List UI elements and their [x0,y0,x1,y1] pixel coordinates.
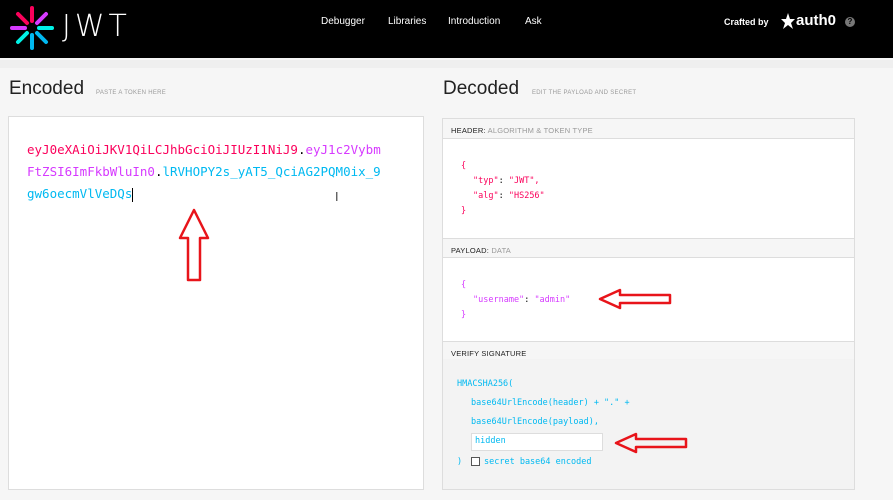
header-section-label: HEADER: [451,126,486,135]
payload-section-label: PAYLOAD: [451,246,490,255]
nav-introduction[interactable]: Introduction [448,16,500,27]
crafted-by-label: Crafted by [724,17,769,27]
nav-debugger[interactable]: Debugger [321,16,365,27]
base64-checkbox-label[interactable]: secret base64 encoded [484,457,591,467]
header-alg-line: "alg": "HS256" [473,191,545,201]
signature-editor: HMACSHA256( base64UrlEncode(header) + ".… [443,359,854,489]
payload-close-brace: } [461,310,467,320]
header-section-title[interactable]: HEADER: ALGORITHM & TOKEN TYPE [443,119,854,139]
help-icon[interactable]: ? [845,17,855,27]
text-caret [132,187,134,202]
nav-libraries[interactable]: Libraries [388,16,426,27]
secret-input[interactable]: hidden [471,433,603,451]
token-header-part: eyJ0eXAiOiJKV1QiLCJhbGciOiJIUzI1NiJ9 [27,142,298,157]
brand-name[interactable]: JWT [62,9,131,44]
signature-line-header: base64UrlEncode(header) + "." + [471,398,630,408]
arrow-left-payload-icon [598,288,672,310]
payload-section-title[interactable]: PAYLOAD: DATA [443,238,854,258]
payload-username-line: "username": "admin" [473,295,571,305]
signature-section-label: VERIFY SIGNATURE [451,349,527,358]
payload-open-brace: { [461,280,467,290]
arrow-up-icon [178,208,210,282]
signature-fn: HMACSHA256( [457,379,514,389]
encoded-subtitle: PASTE A TOKEN HERE [96,90,167,96]
nav-ask[interactable]: Ask [525,16,542,27]
token-text[interactable]: eyJ0eXAiOiJKV1QiLCJhbGciOiJIUzI1NiJ9.eyJ… [27,139,387,205]
auth0-star-icon [781,13,795,29]
header-section-sublabel: ALGORITHM & TOKEN TYPE [487,126,593,135]
decoded-subtitle: EDIT THE PAYLOAD AND SECRET [532,90,637,96]
signature-section-title[interactable]: VERIFY SIGNATURE [443,341,854,361]
auth0-link[interactable]: auth0 [796,12,836,29]
header-typ-line: "typ": "JWT", [473,176,540,186]
header-close-brace: } [461,206,467,216]
decoded-title: Decoded [443,78,520,99]
arrow-left-secret-icon [614,432,688,454]
page-strip [0,60,893,68]
payload-section-sublabel: DATA [491,246,512,255]
signature-line-payload: base64UrlEncode(payload), [471,417,599,427]
encoded-title: Encoded [9,78,85,99]
jwt-logo-icon[interactable] [8,4,56,52]
text-cursor-icon: I [335,190,339,204]
signature-close: ) [457,457,463,467]
base64-checkbox[interactable] [471,457,480,466]
header-open-brace: { [461,161,467,171]
encoded-token-editor[interactable]: eyJ0eXAiOiJKV1QiLCJhbGciOiJIUzI1NiJ9.eyJ… [8,116,424,490]
top-navigation-bar: JWT Debugger Libraries Introduction Ask … [0,0,893,58]
